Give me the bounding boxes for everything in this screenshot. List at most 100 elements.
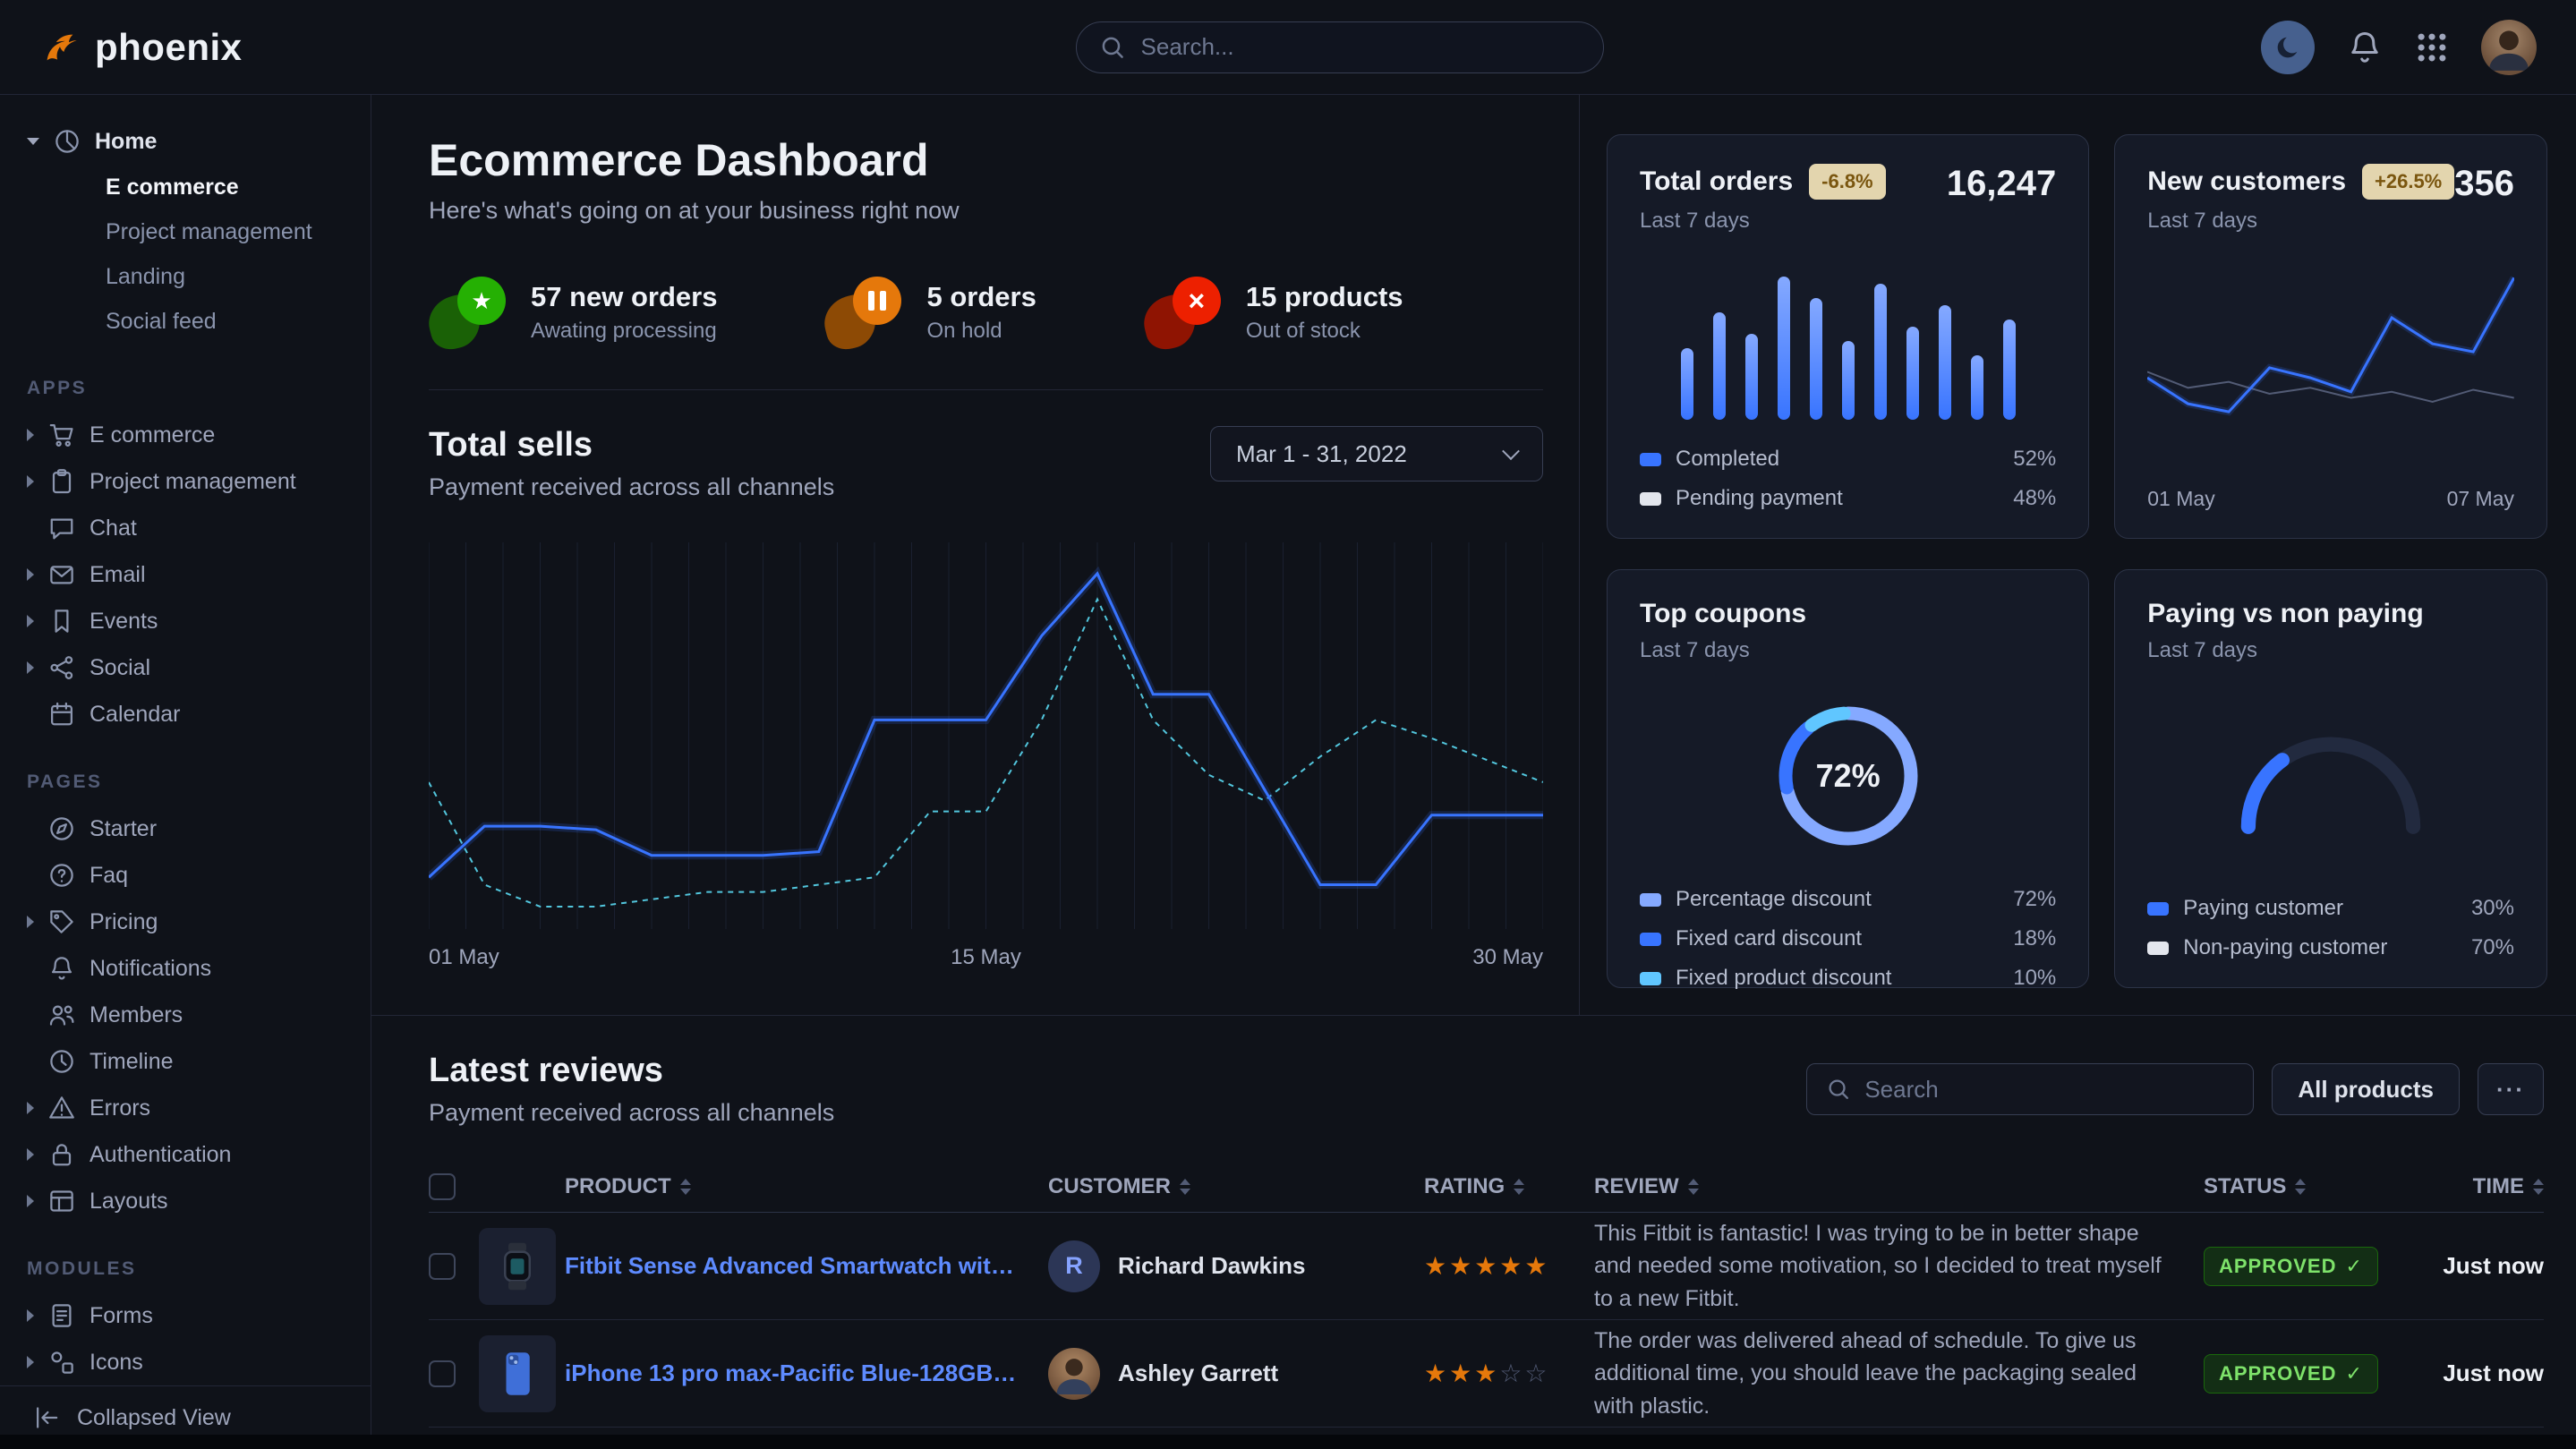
- legend-label: Paying customer: [2183, 896, 2343, 921]
- sidebar-item-timeline[interactable]: Timeline: [27, 1038, 344, 1085]
- date-range-select[interactable]: Mar 1 - 31, 2022: [1210, 426, 1543, 482]
- notifications-bell-button[interactable]: [2347, 30, 2383, 65]
- sidebar-item-pricing[interactable]: Pricing: [27, 899, 344, 945]
- column-header-status[interactable]: STATUS: [2204, 1174, 2427, 1199]
- stat-orders-on-hold: 5 orders On hold: [824, 277, 1036, 348]
- apps-grid-button[interactable]: [2415, 30, 2449, 64]
- sidebar-item-events[interactable]: Events: [27, 598, 344, 644]
- product-thumbnail[interactable]: [479, 1228, 556, 1305]
- sidebar-subitem-landing[interactable]: Landing: [27, 254, 344, 299]
- top-navbar: phoenix: [0, 0, 2576, 95]
- sidebar-item-label: Members: [90, 1002, 183, 1028]
- customer-avatar: R: [1048, 1240, 1100, 1292]
- reviews-subtitle: Payment received across all channels: [429, 1099, 834, 1127]
- sidebar-item-authentication[interactable]: Authentication: [27, 1131, 344, 1178]
- caret-right-icon: [27, 429, 34, 441]
- sidebar-item-social[interactable]: Social: [27, 644, 344, 691]
- stats-row: ★ 57 new orders Awating processing: [429, 277, 1543, 348]
- brand[interactable]: phoenix: [39, 26, 243, 69]
- sidebar-subitem-social-feed[interactable]: Social feed: [27, 299, 344, 344]
- phoenix-logo-icon: [39, 27, 81, 68]
- paying-gauge-chart: [2147, 663, 2514, 896]
- customers-line-chart: [2147, 257, 2514, 474]
- sidebar-item-faq[interactable]: Faq: [27, 852, 344, 899]
- caret-right-icon: [27, 1356, 34, 1368]
- new-orders-icon: ★: [429, 277, 508, 348]
- caret-right-icon: [27, 1309, 34, 1322]
- user-avatar[interactable]: [2481, 20, 2537, 75]
- sidebar-item-chat[interactable]: Chat: [27, 505, 344, 551]
- sidebar-item-layouts[interactable]: Layouts: [27, 1178, 344, 1224]
- sidebar-section-pages: PAGES: [27, 771, 344, 793]
- sidebar-item-home[interactable]: Home: [27, 118, 344, 165]
- x-axis-label: 01 May: [429, 945, 499, 970]
- column-header-rating[interactable]: RATING: [1424, 1174, 1594, 1199]
- sidebar-item-forms[interactable]: Forms: [27, 1292, 344, 1339]
- column-header-product[interactable]: PRODUCT: [565, 1174, 1048, 1199]
- clock-icon: [48, 1048, 75, 1075]
- sidebar-item-errors[interactable]: Errors: [27, 1085, 344, 1131]
- more-options-button[interactable]: ···: [2478, 1063, 2544, 1115]
- column-header-customer[interactable]: CUSTOMER: [1048, 1174, 1424, 1199]
- customer-cell[interactable]: R Richard Dawkins: [1048, 1240, 1424, 1292]
- paying-vs-nonpaying-card: Paying vs non paying Last 7 days Paying …: [2114, 569, 2547, 988]
- stat-value: 57 new orders: [531, 281, 717, 313]
- sidebar-item-icons[interactable]: Icons: [27, 1339, 344, 1385]
- column-header-time[interactable]: TIME: [2427, 1174, 2544, 1199]
- x-icon: ×: [1188, 285, 1205, 318]
- global-search[interactable]: [1076, 21, 1604, 73]
- legend-swatch: [1640, 453, 1661, 466]
- dashboard-cards: Total orders -6.8% Last 7 days 16,247 Co…: [1580, 95, 2576, 1015]
- legend-swatch: [1640, 972, 1661, 985]
- page-title: Ecommerce Dashboard: [429, 134, 1543, 186]
- product-link[interactable]: iPhone 13 pro max-Pacific Blue-128GB sto…: [565, 1360, 1048, 1387]
- divider: [429, 389, 1543, 390]
- select-all-checkbox[interactable]: [429, 1173, 456, 1200]
- sidebar-section-apps: APPS: [27, 378, 344, 399]
- sidebar-item-label: Authentication: [90, 1142, 231, 1168]
- reviews-title: Latest reviews: [429, 1052, 834, 1090]
- all-products-button[interactable]: All products: [2272, 1063, 2460, 1115]
- compass-icon: [48, 815, 75, 842]
- sidebar-item-starter[interactable]: Starter: [27, 805, 344, 852]
- sidebar-item-project-management[interactable]: Project management: [27, 458, 344, 505]
- question-circle-icon: [48, 862, 75, 889]
- reviews-search[interactable]: [1806, 1063, 2254, 1115]
- dark-mode-toggle[interactable]: [2261, 21, 2315, 74]
- column-header-review[interactable]: REVIEW: [1594, 1174, 2204, 1199]
- sidebar-item-label: Starter: [90, 816, 157, 842]
- star-icon: ★: [471, 287, 491, 315]
- legend-label: Fixed product discount: [1676, 966, 1891, 991]
- card-period: Last 7 days: [2147, 209, 2454, 234]
- sidebar-item-members[interactable]: Members: [27, 992, 344, 1038]
- sidebar-item-email[interactable]: Email: [27, 551, 344, 598]
- sidebar-item-notifications[interactable]: Notifications: [27, 945, 344, 992]
- sidebar-section-modules: MODULES: [27, 1258, 344, 1280]
- row-checkbox[interactable]: [429, 1360, 456, 1387]
- sidebar-item-e-commerce[interactable]: E commerce: [27, 412, 344, 458]
- caret-right-icon: [27, 568, 34, 581]
- legend-value: 10%: [2013, 966, 2056, 991]
- sidebar-subitem-project-management[interactable]: Project management: [27, 209, 344, 254]
- global-search-input[interactable]: [1141, 33, 1580, 61]
- sort-icon: [1514, 1179, 1524, 1195]
- new-customers-value: 356: [2454, 164, 2514, 204]
- donut-center-value: 72%: [1759, 686, 1938, 865]
- reviews-search-input[interactable]: [1864, 1076, 2233, 1104]
- product-link[interactable]: Fitbit Sense Advanced Smartwatch with To…: [565, 1252, 1048, 1280]
- review-time: Just now: [2427, 1252, 2544, 1280]
- out-of-stock-icon: ×: [1144, 277, 1223, 348]
- sidebar-item-label: E commerce: [90, 422, 215, 448]
- legend-value: 70%: [2471, 935, 2514, 960]
- coupons-donut-chart: 72%: [1759, 686, 1938, 865]
- bell-icon: [48, 955, 75, 982]
- legend-row: Pending payment 48%: [1640, 486, 2056, 511]
- table-row: Fitbit Sense Advanced Smartwatch with To…: [429, 1213, 2544, 1320]
- product-thumbnail[interactable]: [479, 1335, 556, 1412]
- sidebar-item-calendar[interactable]: Calendar: [27, 691, 344, 737]
- customer-cell[interactable]: Ashley Garrett: [1048, 1348, 1424, 1400]
- card-title: Paying vs non paying: [2147, 599, 2423, 629]
- row-checkbox[interactable]: [429, 1253, 456, 1280]
- sidebar-subitem-label: Social feed: [106, 309, 217, 335]
- sidebar-subitem-e-commerce[interactable]: E commerce: [27, 165, 344, 209]
